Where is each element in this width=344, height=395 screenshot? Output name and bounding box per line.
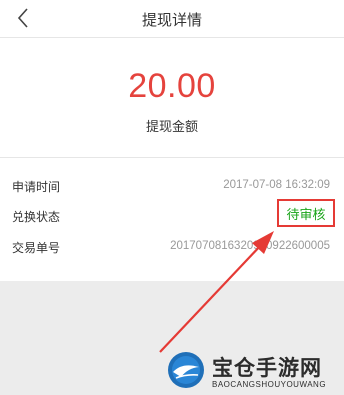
apply-time-label: 申请时间 bbox=[12, 180, 61, 194]
navigation-bar: 提现详情 bbox=[0, 0, 344, 38]
withdraw-amount: 20.00 bbox=[128, 67, 216, 105]
watermark-title: 宝仓手游网 bbox=[212, 356, 322, 380]
watermark-subtitle: BAOCANGSHOUYOUWANG bbox=[212, 380, 327, 389]
transaction-number-label: 交易单号 bbox=[12, 241, 61, 255]
status-badge: 待审核 bbox=[286, 207, 326, 223]
withdraw-amount-label: 提现金额 bbox=[145, 120, 198, 135]
apply-time-value: 2017-07-08 16:32:09 bbox=[223, 179, 330, 191]
watermark-logo-icon bbox=[168, 352, 204, 388]
status-highlight-box: 待审核 bbox=[277, 199, 335, 227]
detail-panel: 申请时间 2017-07-08 16:32:09 兑换状态 待审核 交易单号 2… bbox=[0, 157, 344, 281]
amount-panel: 20.00 提现金额 bbox=[0, 38, 344, 157]
watermark: 宝仓手游网 BAOCANGSHOUYOUWANG bbox=[166, 350, 344, 395]
transaction-number-row: 交易单号 2017070816320920922600005 bbox=[0, 233, 344, 263]
apply-time-row: 申请时间 2017-07-08 16:32:09 bbox=[0, 172, 344, 202]
exchange-status-label: 兑换状态 bbox=[12, 210, 61, 224]
page-title: 提现详情 bbox=[141, 11, 202, 29]
transaction-number-value: 2017070816320920922600005 bbox=[170, 240, 330, 252]
